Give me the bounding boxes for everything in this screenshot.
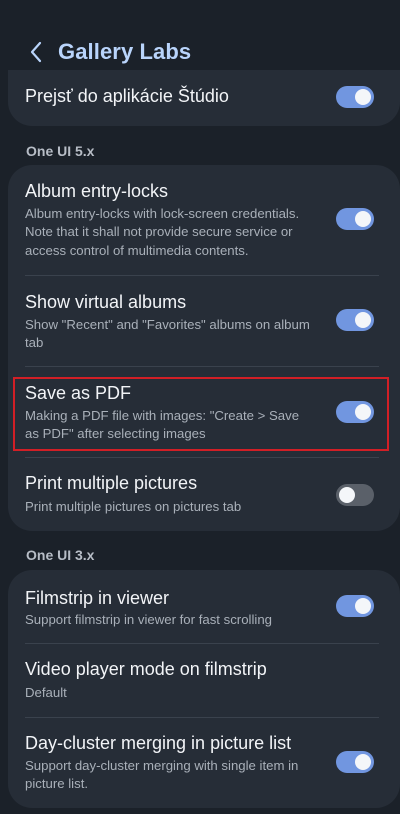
setting-subtitle: Default [25, 685, 67, 700]
setting-row-day-cluster-merging[interactable]: Day-cluster merging in picture list Supp… [8, 718, 400, 808]
setting-subtitle: Support day-cluster merging with single … [25, 758, 299, 792]
app-bar: Gallery Labs [0, 30, 400, 74]
setting-subtitle: Show "Recent" and "Favorites" albums on … [25, 317, 310, 351]
setting-row-album-entry-locks[interactable]: Album entry-locks Album entry-locks with… [8, 165, 400, 275]
setting-title: Video player mode on filmstrip [25, 659, 267, 679]
setting-toggle[interactable] [336, 484, 374, 506]
toggle-knob [355, 211, 371, 227]
setting-title: Print multiple pictures [25, 473, 198, 493]
setting-row-show-virtual-albums[interactable]: Show virtual albums Show "Recent" and "F… [8, 276, 400, 366]
setting-row-studio[interactable]: Prejsť do aplikácie Štúdio [8, 70, 400, 126]
top-settings-card: Prejsť do aplikácie Štúdio [8, 70, 400, 126]
section-header: One UI 3.x [26, 547, 95, 563]
toggle-knob [355, 312, 371, 328]
back-button[interactable] [22, 36, 50, 68]
toggle-knob [355, 89, 371, 105]
page-title: Gallery Labs [58, 39, 192, 64]
setting-subtitle: Making a PDF file with images: "Create >… [25, 408, 300, 442]
setting-title: Prejsť do aplikácie Štúdio [25, 86, 229, 106]
setting-row-save-as-pdf[interactable]: Save as PDF Making a PDF file with image… [8, 367, 400, 457]
setting-title: Filmstrip in viewer [25, 588, 170, 608]
setting-toggle[interactable] [336, 595, 374, 617]
setting-row-print-multiple-pictures[interactable]: Print multiple pictures Print multiple p… [8, 458, 400, 531]
gallery-labs-screen: Gallery Labs Prejsť do aplikácie Štúdio … [0, 0, 400, 814]
setting-title: Day-cluster merging in picture list [25, 733, 292, 753]
toggle-knob [339, 487, 355, 503]
section-header: One UI 5.x [26, 143, 95, 159]
setting-title: Show virtual albums [25, 292, 187, 312]
setting-toggle[interactable] [336, 208, 374, 230]
setting-title: Save as PDF [25, 383, 132, 403]
chevron-left-icon [30, 41, 42, 63]
settings-card-one-ui-5: Album entry-locks Album entry-locks with… [8, 165, 400, 531]
toggle-knob [355, 598, 371, 614]
setting-toggle[interactable] [336, 309, 374, 331]
setting-title: Album entry-locks [25, 181, 169, 201]
settings-card-one-ui-3: Filmstrip in viewer Support filmstrip in… [8, 570, 400, 808]
setting-subtitle: Support filmstrip in viewer for fast scr… [25, 612, 272, 627]
toggle-knob [355, 754, 371, 770]
setting-toggle[interactable] [336, 751, 374, 773]
setting-subtitle: Album entry-locks with lock-screen crede… [25, 206, 300, 258]
toggle-knob [355, 404, 371, 420]
setting-toggle[interactable] [336, 86, 374, 108]
setting-toggle[interactable] [336, 401, 374, 423]
setting-row-filmstrip-in-viewer[interactable]: Filmstrip in viewer Support filmstrip in… [8, 570, 400, 643]
setting-row-video-player-mode[interactable]: Video player mode on filmstrip Default [8, 644, 400, 717]
setting-subtitle: Print multiple pictures on pictures tab [25, 499, 242, 514]
